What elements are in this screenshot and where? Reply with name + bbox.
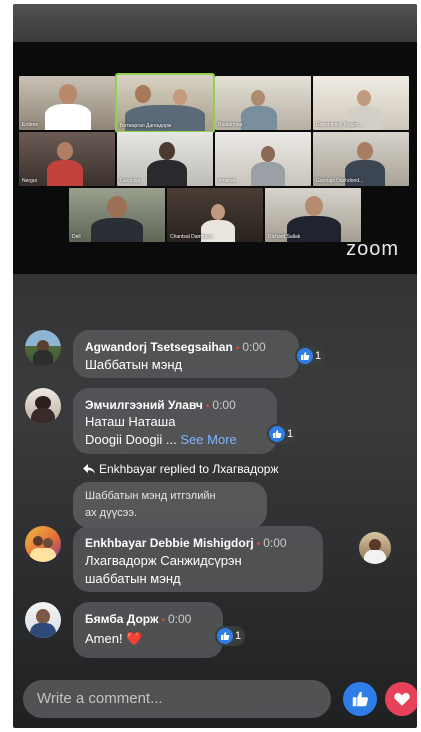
comment-bubble[interactable]: Эмчилгээний Улавч • 0:00 Наташ Наташа Doog…	[73, 388, 277, 454]
see-more-link[interactable]: See More	[180, 432, 236, 447]
like-button[interactable]	[343, 682, 377, 716]
participant-name: Chantsal Dambasu	[170, 234, 213, 240]
comment-text: Шаббатын мэнд	[85, 357, 183, 372]
participant-name: Amaraa	[218, 178, 236, 184]
comment-time[interactable]: 0:00	[212, 398, 235, 412]
participant-tile: Nergui	[19, 132, 115, 186]
comment-text-line: Doogii Doogii ... See More	[85, 431, 237, 449]
live-dot: •	[256, 539, 261, 550]
live-video-screen: Erdene Батжаргал Дагвадорж Baatarmaa Gan…	[13, 4, 417, 728]
participant-tile: Amaraa	[215, 132, 311, 186]
thumbs-up-icon	[352, 691, 368, 707]
comment-bubble[interactable]: Enkhbayar Debbie Mishigdorj • 0:00 Лхагвад…	[73, 526, 323, 592]
like-count: 1	[235, 630, 242, 642]
reaction-count[interactable]: 1	[215, 626, 246, 646]
participant-tile: Dell	[69, 188, 165, 242]
comment-text: Amen! ❤️	[85, 630, 142, 648]
zoom-logo: zoom	[346, 238, 399, 260]
thumbs-up-icon	[297, 348, 313, 364]
comment-text-line: Наташ Наташа	[85, 414, 176, 429]
participant-tile: Baatarmaa	[215, 76, 311, 130]
reply-arrow-icon	[83, 464, 95, 474]
quote-line: ах дүүсээ.	[85, 507, 137, 519]
participant-name: Baatarmaa	[218, 122, 243, 128]
comment-time[interactable]: 0:00	[242, 340, 265, 354]
comment-bubble[interactable]: Бямба Дорж • 0:00 Amen! ❤️	[73, 602, 223, 658]
comment-input[interactable]: Write a comment...	[23, 680, 331, 718]
avatar[interactable]	[25, 330, 61, 366]
participant-tile: Gantulga	[117, 132, 213, 186]
like-count: 1	[315, 350, 322, 362]
avatar[interactable]	[25, 602, 61, 638]
comment-time[interactable]: 0:00	[168, 612, 191, 626]
participant-name: Ganchimeg Tsogze...	[316, 122, 363, 128]
comment-time[interactable]: 0:00	[263, 536, 286, 550]
comment-author[interactable]: Бямба Дорж	[85, 612, 158, 626]
participant-tile: Gantugs Dashdond...	[313, 132, 409, 186]
participant-name: Батжаргал Дагвадорж	[120, 123, 172, 129]
comment-input-placeholder: Write a comment...	[37, 690, 163, 707]
participant-name: Gantulga	[120, 178, 141, 184]
participant-tile: Chantsal Dambasu	[167, 188, 263, 242]
participant-tile: Erdene	[19, 76, 115, 130]
love-button[interactable]	[385, 682, 417, 716]
participant-name: Gantugs Dashdond...	[316, 178, 364, 184]
reaction-count[interactable]: 1	[295, 346, 326, 366]
live-dot: •	[205, 401, 210, 412]
thumbs-up-icon	[217, 628, 233, 644]
heart-icon	[394, 693, 410, 706]
reply-text: Enkhbayar replied to Лхагвадорж	[99, 462, 279, 476]
participant-name: Nergui	[22, 178, 37, 184]
comment-author[interactable]: Эмчилгээний Улавч	[85, 398, 203, 412]
comment-bubble[interactable]: Agwandorj Tsetsegsaihan • 0:00 Шаббатын мэ…	[73, 330, 299, 378]
comment-author[interactable]: Agwandorj Tsetsegsaihan	[85, 340, 233, 354]
comment-author[interactable]: Enkhbayar Debbie Mishigdorj	[85, 536, 254, 550]
quote-line: Шаббатын мэнд итгэлийн	[85, 490, 216, 502]
heart-emoji-icon: ❤️	[126, 631, 143, 646]
viewer-avatar[interactable]	[359, 532, 391, 564]
reply-indicator[interactable]: Enkhbayar replied to Лхагвадорж	[83, 462, 278, 476]
avatar[interactable]	[25, 526, 61, 562]
participant-tile: Ganchimeg Tsogze...	[313, 76, 409, 130]
live-dot: •	[161, 615, 165, 626]
live-dot: •	[235, 343, 240, 354]
thumbs-up-icon	[269, 426, 285, 442]
comment-text-part: Doogii Doogii ...	[85, 432, 177, 447]
comment-text-part: Amen!	[85, 631, 123, 646]
comment-text-line: Лхагвадорж Санжидсүрэн	[85, 553, 242, 568]
like-count: 1	[287, 428, 294, 440]
quoted-comment[interactable]: Шаббатын мэнд итгэлийн ах дүүсээ.	[73, 482, 267, 528]
zoom-video-feed[interactable]: Erdene Батжаргал Дагвадорж Baatarmaa Gan…	[13, 42, 417, 274]
participant-name: Richard Sallak	[268, 234, 301, 240]
top-bar	[13, 4, 417, 42]
reaction-count[interactable]: 1	[267, 424, 298, 444]
avatar[interactable]	[25, 388, 61, 424]
participant-tile: Richard Sallak	[265, 188, 361, 242]
comment-text-line: шаббатын мэнд	[85, 571, 181, 586]
participant-name: Erdene	[22, 122, 39, 128]
participant-name: Dell	[72, 234, 81, 240]
participant-tile-active: Батжаргал Дагвадорж	[115, 73, 215, 133]
